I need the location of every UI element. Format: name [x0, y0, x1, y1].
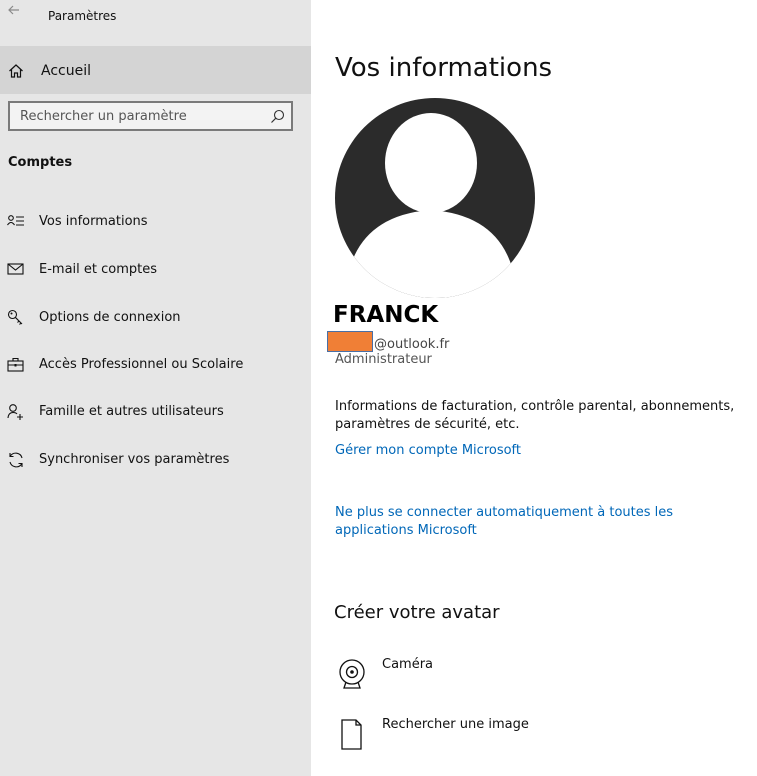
mail-icon	[7, 263, 24, 275]
sidebar-item-work-school[interactable]: Accès Professionnel ou Scolaire	[0, 343, 311, 387]
avatar	[335, 98, 535, 298]
camera-option[interactable]: Caméra	[335, 657, 635, 701]
search-box[interactable]	[8, 101, 293, 131]
back-arrow-icon[interactable]	[7, 3, 21, 17]
window-title: Paramètres	[48, 9, 117, 23]
sidebar-item-label: Vos informations	[39, 214, 148, 229]
sidebar-item-sync[interactable]: Synchroniser vos paramètres	[0, 438, 311, 482]
briefcase-icon	[7, 357, 24, 372]
create-avatar-heading: Créer votre avatar	[334, 602, 500, 623]
main-content: Vos informations FRANCK @outlook.fr Admi…	[311, 0, 757, 776]
sidebar-item-email[interactable]: E-mail et comptes	[0, 248, 311, 292]
manage-account-link[interactable]: Gérer mon compte Microsoft	[335, 443, 521, 458]
page-title: Vos informations	[335, 53, 553, 83]
camera-label: Caméra	[382, 657, 434, 672]
key-icon	[7, 309, 23, 325]
redaction-box	[327, 331, 373, 352]
sidebar-item-label: Options de connexion	[39, 310, 181, 325]
sidebar-item-label: Accès Professionnel ou Scolaire	[39, 357, 244, 372]
sidebar-item-family[interactable]: Famille et autres utilisateurs	[0, 390, 311, 434]
user-role: Administrateur	[335, 352, 432, 367]
sidebar: Paramètres Accueil Comptes Vos informati…	[0, 0, 311, 776]
camera-icon	[339, 659, 365, 689]
add-person-icon	[7, 404, 23, 420]
sidebar-item-sign-in-options[interactable]: Options de connexion	[0, 296, 311, 340]
stop-auto-sign-in-link[interactable]: Ne plus se connecter automatiquement à t…	[335, 504, 745, 540]
sidebar-item-label: Famille et autres utilisateurs	[39, 404, 224, 419]
browse-image-label: Rechercher une image	[382, 717, 529, 732]
email-domain: @outlook.fr	[374, 337, 450, 352]
section-title: Comptes	[8, 155, 73, 170]
search-input[interactable]	[20, 107, 260, 125]
sidebar-item-label: E-mail et comptes	[39, 262, 158, 277]
sidebar-item-label: Synchroniser vos paramètres	[39, 452, 230, 467]
account-info-text: Informations de facturation, contrôle pa…	[335, 399, 735, 432]
sidebar-item-your-info[interactable]: Vos informations	[0, 200, 311, 244]
person-info-icon	[7, 215, 24, 226]
browse-image-option[interactable]: Rechercher une image	[335, 717, 635, 761]
sidebar-item-home[interactable]: Accueil	[0, 46, 311, 94]
sync-icon	[9, 452, 23, 468]
search-icon[interactable]	[270, 109, 285, 124]
sidebar-item-label: Accueil	[41, 63, 91, 79]
user-email: @outlook.fr	[327, 331, 449, 352]
home-icon	[9, 64, 23, 78]
browse-image-icon	[341, 719, 362, 750]
user-name: FRANCK	[333, 302, 439, 328]
